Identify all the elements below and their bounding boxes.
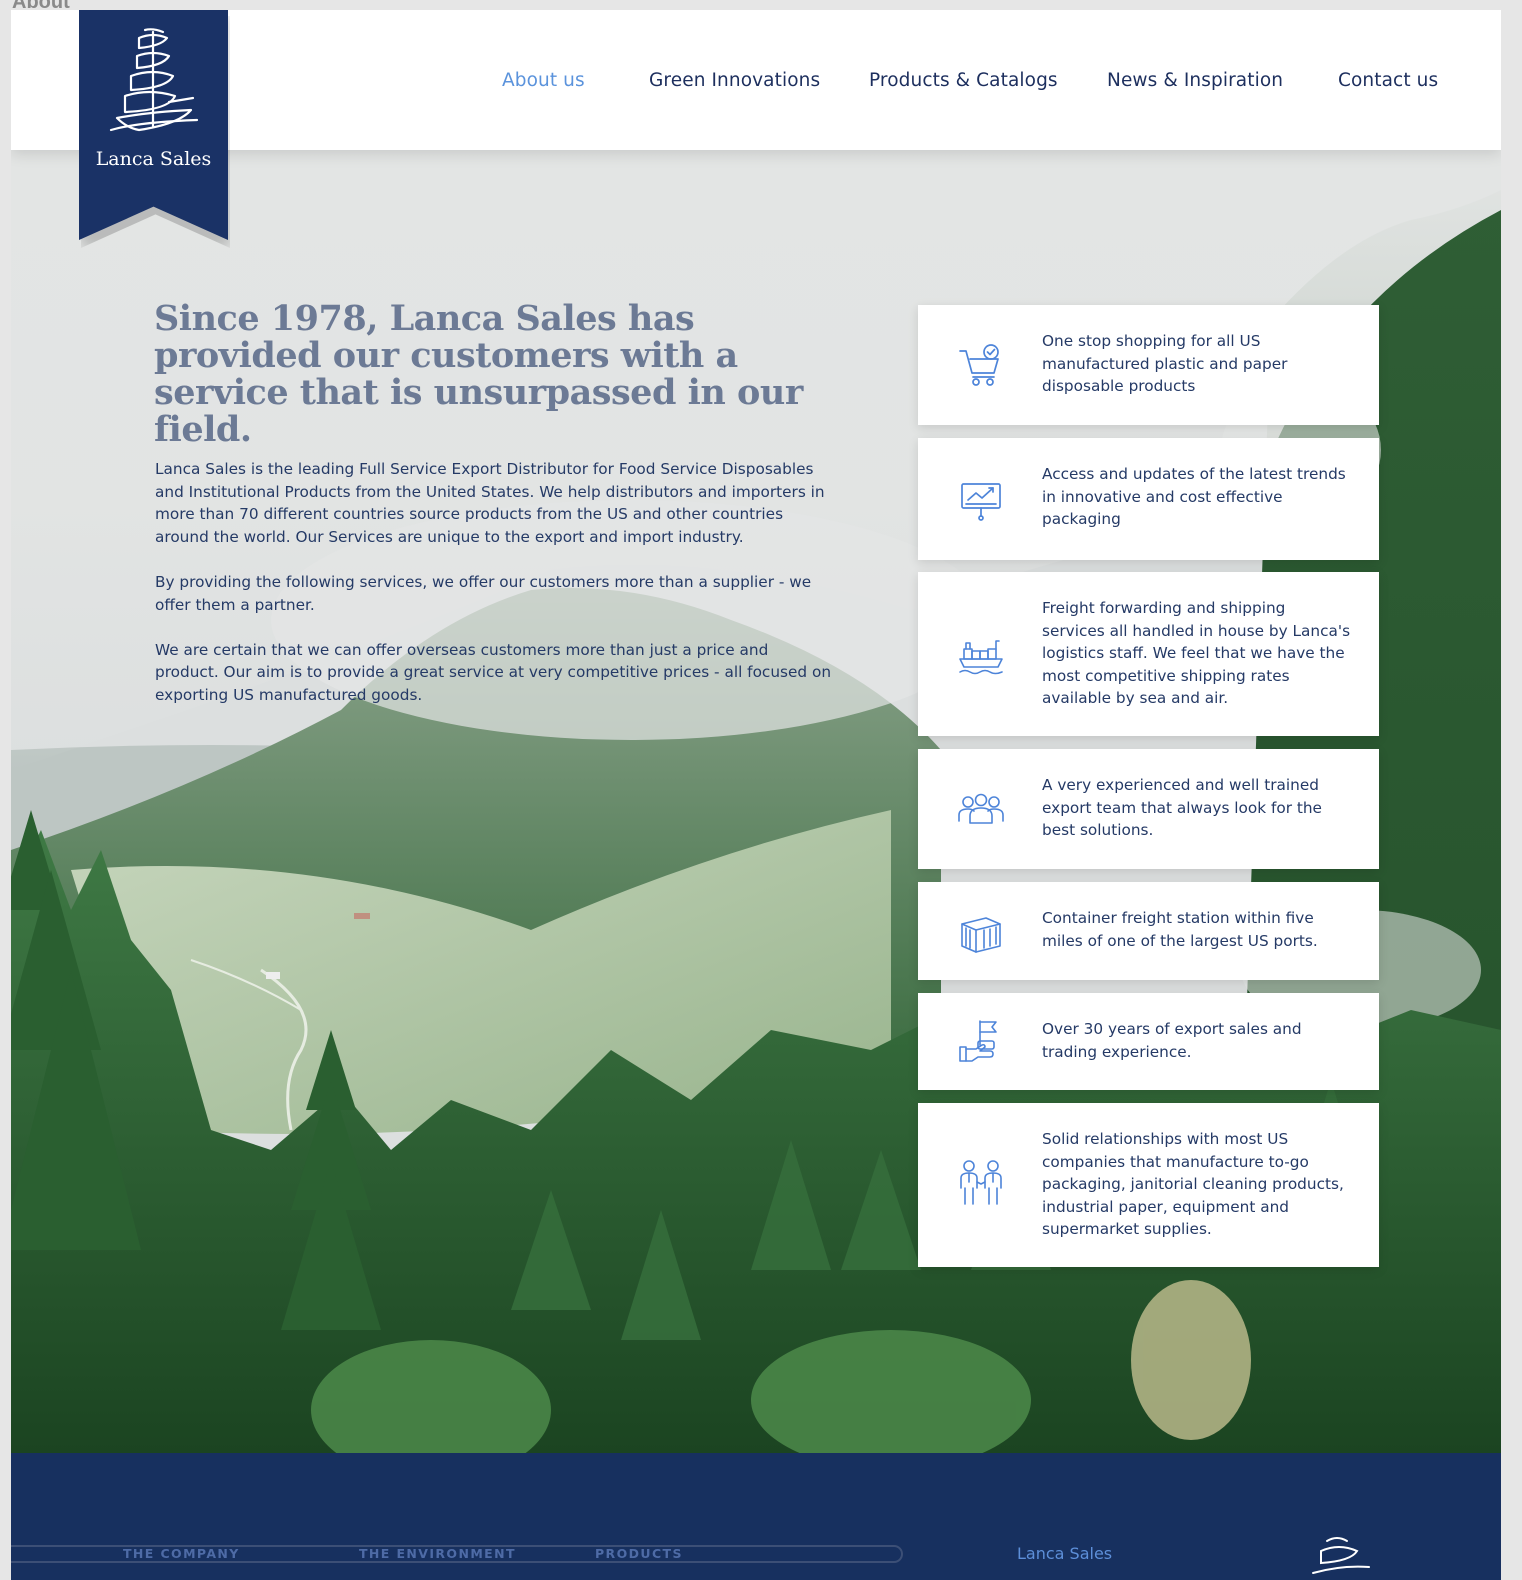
footer-ship-icon bbox=[1312, 1537, 1370, 1574]
presentation-chart-icon bbox=[961, 483, 1001, 521]
footer-link-environment[interactable]: THE ENVIRONMENT bbox=[359, 1546, 516, 1561]
nav-contact-us[interactable]: Contact us bbox=[1338, 70, 1438, 91]
site-header: About us Green Innovations Products & Ca… bbox=[11, 10, 1501, 150]
footer-brand-name: Lanca Sales bbox=[1017, 1544, 1113, 1563]
feature-card: One stop shopping for all US manufacture… bbox=[918, 305, 1379, 425]
feature-card: Solid relationships with most US compani… bbox=[918, 1103, 1379, 1267]
team-icon bbox=[958, 793, 1004, 824]
main-nav: About us Green Innovations Products & Ca… bbox=[11, 70, 1501, 96]
hero-headline: Since 1978, Lanca Sales has provided our… bbox=[154, 298, 803, 450]
shipping-container-icon bbox=[961, 917, 1001, 953]
nav-news-inspiration[interactable]: News & Inspiration bbox=[1107, 70, 1283, 91]
feature-text: Solid relationships with most US compani… bbox=[1042, 1130, 1344, 1239]
feature-text: A very experienced and well trained expo… bbox=[1042, 776, 1322, 840]
footer-link-products[interactable]: PRODUCTS bbox=[595, 1546, 683, 1561]
feature-card: Container freight station within five mi… bbox=[918, 882, 1379, 980]
nav-about-us[interactable]: About us bbox=[502, 70, 585, 91]
feature-text: One stop shopping for all US manufacture… bbox=[1042, 332, 1288, 396]
hero-paragraph: By providing the following services, we … bbox=[155, 572, 812, 614]
logo[interactable]: Lanca Sales bbox=[79, 10, 228, 240]
hero-paragraph: We are certain that we can offer oversea… bbox=[155, 640, 832, 704]
nav-products-catalogs[interactable]: Products & Catalogs bbox=[869, 70, 1058, 91]
feature-card: Over 30 years of export sales and tradin… bbox=[918, 993, 1379, 1090]
page: Since 1978, Lanca Sales has provided our… bbox=[11, 10, 1501, 1580]
feature-text: Freight forwarding and shipping services… bbox=[1042, 599, 1351, 708]
shopping-cart-check-icon bbox=[959, 344, 999, 386]
hero-paragraph: Lanca Sales is the leading Full Service … bbox=[155, 460, 825, 546]
feature-text: Over 30 years of export sales and tradin… bbox=[1042, 1020, 1302, 1061]
feature-card: Freight forwarding and shipping services… bbox=[918, 572, 1379, 736]
sailing-ship-icon bbox=[109, 28, 199, 132]
feature-text: Container freight station within five mi… bbox=[1042, 909, 1318, 950]
nav-green-innovations[interactable]: Green Innovations bbox=[649, 70, 820, 91]
hero-body-copy: Lanca Sales is the leading Full Service … bbox=[155, 458, 835, 729]
logo-brand-name: Lanca Sales bbox=[95, 148, 212, 170]
site-footer: THE COMPANY THE ENVIRONMENT PRODUCTS Lan… bbox=[11, 1453, 1501, 1580]
cargo-ship-icon bbox=[959, 640, 1003, 675]
feature-text: Access and updates of the latest trends … bbox=[1042, 465, 1346, 529]
feature-card: A very experienced and well trained expo… bbox=[918, 749, 1379, 869]
feature-card: Access and updates of the latest trends … bbox=[918, 438, 1379, 560]
footer-link-company[interactable]: THE COMPANY bbox=[123, 1546, 240, 1561]
flag-handshake-icon bbox=[959, 1020, 997, 1062]
business-partners-icon bbox=[960, 1160, 1002, 1205]
hero-section: Since 1978, Lanca Sales has provided our… bbox=[11, 150, 1501, 1453]
